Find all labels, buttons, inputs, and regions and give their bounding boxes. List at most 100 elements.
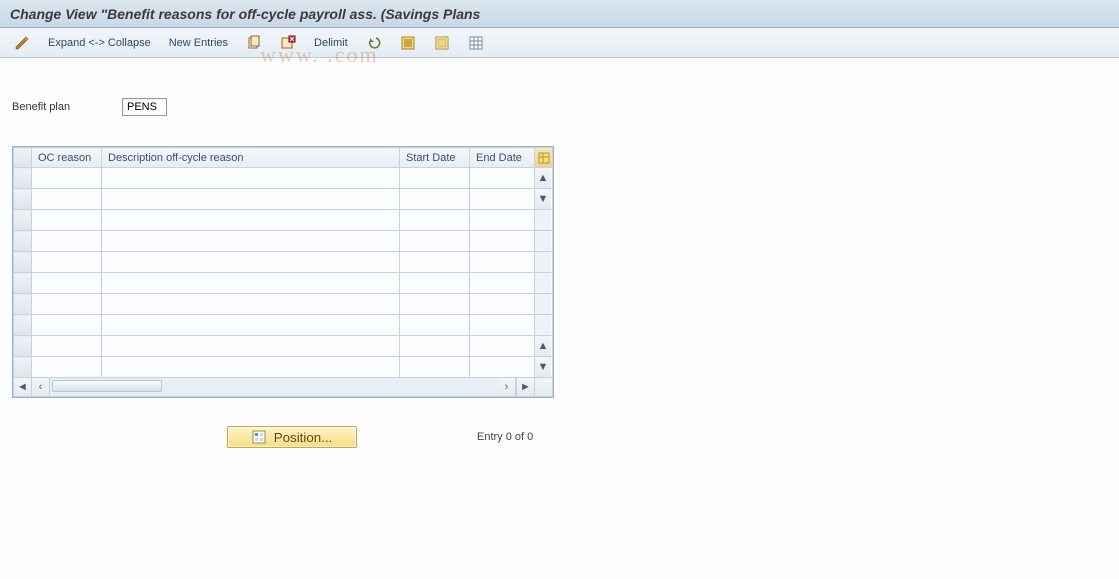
col-end-date[interactable]: End Date xyxy=(470,148,535,168)
cell[interactable] xyxy=(32,252,102,273)
expand-collapse-label: Expand <-> Collapse xyxy=(48,37,151,49)
cell[interactable] xyxy=(102,315,400,336)
new-entries-button[interactable]: New Entries xyxy=(163,32,234,54)
row-selector[interactable] xyxy=(14,336,32,357)
table-row: ▲ xyxy=(14,168,553,189)
cell[interactable] xyxy=(400,357,470,378)
copy-button[interactable] xyxy=(240,32,268,54)
cell[interactable] xyxy=(32,336,102,357)
vscroll-track[interactable] xyxy=(535,315,551,335)
cell[interactable] xyxy=(102,273,400,294)
cell[interactable] xyxy=(102,336,400,357)
row-selector[interactable] xyxy=(14,315,32,336)
horizontal-scrollbar[interactable]: ◄ ‹ › ► xyxy=(14,378,534,396)
cell[interactable] xyxy=(470,231,535,252)
cell[interactable] xyxy=(102,357,400,378)
cell[interactable] xyxy=(102,294,400,315)
table-row: ▲ xyxy=(14,336,553,357)
cell[interactable] xyxy=(102,189,400,210)
vscroll-track[interactable] xyxy=(535,210,551,230)
cell[interactable] xyxy=(32,315,102,336)
hscroll-row: ◄ ‹ › ► xyxy=(14,378,553,397)
new-entries-label: New Entries xyxy=(169,37,228,49)
cell[interactable] xyxy=(400,231,470,252)
cell[interactable] xyxy=(400,189,470,210)
cell[interactable] xyxy=(32,294,102,315)
table-row: ▼ xyxy=(14,357,553,378)
deselect-all-button[interactable] xyxy=(428,32,456,54)
vscroll-track[interactable] xyxy=(535,294,551,314)
col-oc-reason[interactable]: OC reason xyxy=(32,148,102,168)
table-row xyxy=(14,294,553,315)
vscroll-down2-button[interactable]: ▼ xyxy=(535,357,551,377)
select-all-rows[interactable] xyxy=(14,148,32,168)
toolbar: Expand <-> Collapse New Entries Delimit xyxy=(0,28,1119,58)
row-selector[interactable] xyxy=(14,294,32,315)
cell[interactable] xyxy=(400,210,470,231)
cell[interactable] xyxy=(470,294,535,315)
undo-icon xyxy=(366,35,382,51)
vscroll-up2-button[interactable]: ▲ xyxy=(535,336,551,356)
vscroll-track[interactable] xyxy=(535,231,551,251)
hscroll-right2-button[interactable]: › xyxy=(498,378,516,396)
cell[interactable] xyxy=(400,273,470,294)
cell[interactable] xyxy=(470,189,535,210)
row-selector[interactable] xyxy=(14,252,32,273)
col-description[interactable]: Description off-cycle reason xyxy=(102,148,400,168)
cell[interactable] xyxy=(102,231,400,252)
cell[interactable] xyxy=(470,252,535,273)
delete-button[interactable] xyxy=(274,32,302,54)
cell[interactable] xyxy=(32,231,102,252)
cell[interactable] xyxy=(32,168,102,189)
cell[interactable] xyxy=(32,273,102,294)
vscroll-up-button[interactable]: ▲ xyxy=(535,168,551,188)
delimit-button[interactable]: Delimit xyxy=(308,32,354,54)
cell[interactable] xyxy=(102,210,400,231)
cell[interactable] xyxy=(32,210,102,231)
cell[interactable] xyxy=(470,210,535,231)
row-selector[interactable] xyxy=(14,357,32,378)
cell[interactable] xyxy=(470,273,535,294)
title-bar: Change View "Benefit reasons for off-cyc… xyxy=(0,0,1119,28)
row-selector[interactable] xyxy=(14,189,32,210)
cell[interactable] xyxy=(102,168,400,189)
table-settings-button[interactable] xyxy=(462,32,490,54)
cell[interactable] xyxy=(32,357,102,378)
cell[interactable] xyxy=(400,252,470,273)
table-config-corner[interactable] xyxy=(535,148,553,168)
cell[interactable] xyxy=(400,294,470,315)
table-row: ▼ xyxy=(14,189,553,210)
cell[interactable] xyxy=(400,315,470,336)
vscroll-track[interactable] xyxy=(535,273,551,293)
hscroll-track[interactable] xyxy=(50,378,498,396)
cell[interactable] xyxy=(32,189,102,210)
expand-collapse-button[interactable]: Expand <-> Collapse xyxy=(42,32,157,54)
row-selector[interactable] xyxy=(14,210,32,231)
cell[interactable] xyxy=(470,357,535,378)
table-container: OC reason Description off-cycle reason S… xyxy=(12,146,554,398)
benefit-plan-input[interactable] xyxy=(122,98,167,116)
cell[interactable] xyxy=(470,168,535,189)
row-selector[interactable] xyxy=(14,273,32,294)
cell[interactable] xyxy=(470,336,535,357)
position-button[interactable]: Position... xyxy=(227,426,357,448)
table-row xyxy=(14,252,553,273)
hscroll-right-button[interactable]: ► xyxy=(516,378,534,396)
row-selector[interactable] xyxy=(14,168,32,189)
undo-button[interactable] xyxy=(360,32,388,54)
col-start-date[interactable]: Start Date xyxy=(400,148,470,168)
hscroll-left2-button[interactable]: ‹ xyxy=(32,378,50,396)
hscroll-left-button[interactable]: ◄ xyxy=(14,378,32,396)
cell[interactable] xyxy=(102,252,400,273)
cell[interactable] xyxy=(400,168,470,189)
select-all-button[interactable] xyxy=(394,32,422,54)
cell[interactable] xyxy=(470,315,535,336)
cell[interactable] xyxy=(400,336,470,357)
row-selector[interactable] xyxy=(14,231,32,252)
table-row xyxy=(14,231,553,252)
vscroll-down-button[interactable]: ▼ xyxy=(535,189,551,209)
hscroll-thumb[interactable] xyxy=(52,380,162,392)
table-row xyxy=(14,210,553,231)
toggle-display-change-button[interactable] xyxy=(8,32,36,54)
vscroll-track[interactable] xyxy=(535,252,551,272)
